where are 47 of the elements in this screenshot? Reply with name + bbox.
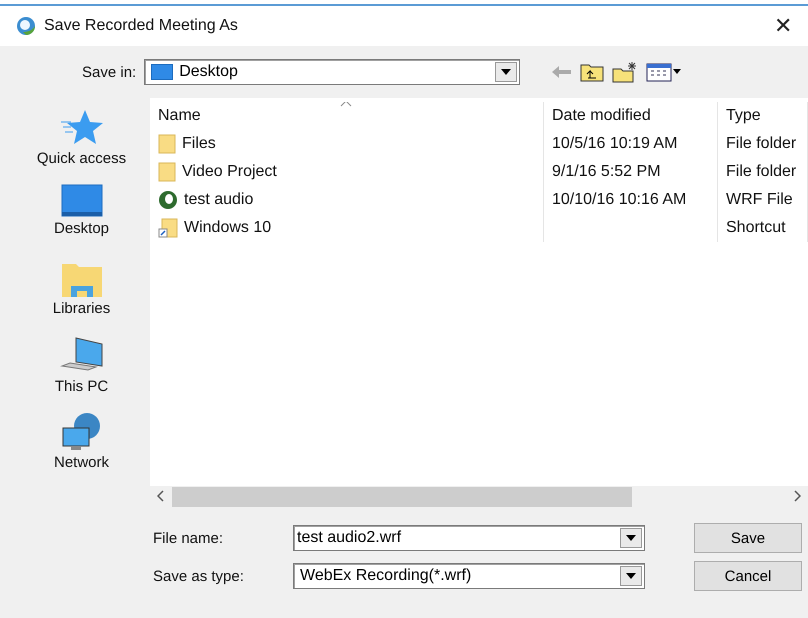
places-item[interactable]: This PC <box>54 336 108 404</box>
window-title: Save Recorded Meeting As <box>44 17 239 35</box>
places-item[interactable]: Libraries <box>52 260 110 328</box>
file-name-cell[interactable]: Video Project <box>150 158 544 186</box>
date-cell: 10/5/16 10:19 AM <box>544 130 718 158</box>
caret-icon <box>626 535 636 541</box>
type-cell: File folder <box>718 130 808 158</box>
date-cell: 9/1/16 5:52 PM <box>544 158 718 186</box>
type-cell: File folder <box>718 158 808 186</box>
app-logo-icon <box>16 16 36 36</box>
caret-icon <box>626 573 636 579</box>
chevron-right-icon <box>793 490 801 502</box>
desktop-icon <box>60 184 102 218</box>
date-cell: 10/10/16 10:16 AM <box>544 186 718 214</box>
save-button[interactable]: Save <box>694 523 802 553</box>
places-item[interactable]: Network <box>54 412 109 480</box>
save-as-type-label: Save as type: <box>153 568 245 584</box>
type-cell: Shortcut <box>718 214 808 242</box>
recording-icon <box>158 190 178 210</box>
save-as-type-dropdown[interactable]: WebEx Recording(*.wrf) <box>293 563 645 589</box>
desktop-icon <box>151 64 174 80</box>
folder-icon <box>158 162 176 182</box>
folder-icon <box>158 134 176 154</box>
caret-icon <box>501 69 512 75</box>
view-menu-icon[interactable] <box>646 62 682 82</box>
new-folder-icon[interactable] <box>612 61 638 83</box>
file-name-label: File name: <box>153 530 224 546</box>
places-item[interactable]: Quick access <box>36 108 126 176</box>
dropdown-button[interactable] <box>495 62 518 82</box>
dropdown-button[interactable] <box>620 566 642 586</box>
save-in-dropdown[interactable]: Desktop <box>144 59 520 85</box>
scrollbar-thumb[interactable] <box>172 487 632 507</box>
save-in-label: Save in: <box>82 64 136 80</box>
cancel-button[interactable]: Cancel <box>694 561 802 591</box>
shortcut-icon <box>158 218 178 238</box>
sort-up-icon <box>340 102 352 107</box>
file-name-cell[interactable]: Windows 10 <box>150 214 544 242</box>
up-folder-icon[interactable] <box>580 62 604 82</box>
file-name-cell[interactable]: test audio <box>150 186 544 214</box>
file-name-cell[interactable]: Files <box>150 130 544 158</box>
file-name-field[interactable]: test audio2.wrf <box>294 528 620 548</box>
file-name-combo-box[interactable]: test audio2.wrf <box>293 525 645 551</box>
places-item[interactable]: Desktop <box>54 184 110 252</box>
chevron-left-icon <box>157 490 165 502</box>
close-button[interactable]: ✕ <box>768 13 798 39</box>
type-cell: WRF File <box>718 186 808 214</box>
dropdown-button[interactable] <box>620 528 642 548</box>
